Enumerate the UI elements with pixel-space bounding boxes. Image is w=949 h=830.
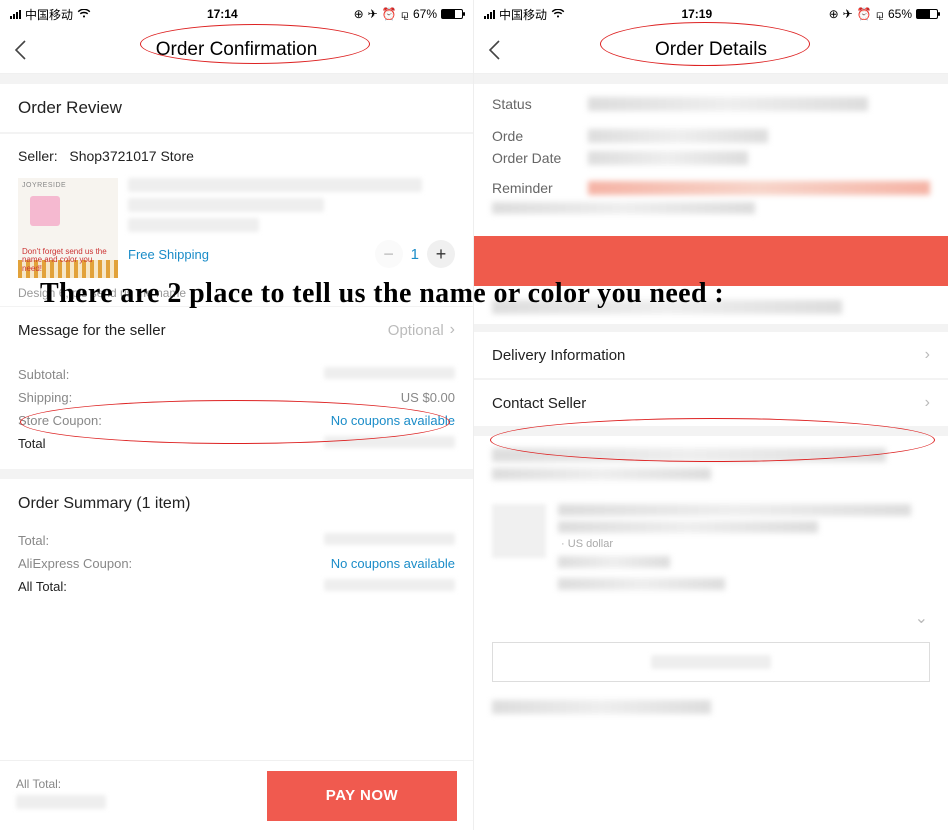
battery-pct: 67% bbox=[413, 7, 437, 21]
free-shipping-label: Free Shipping bbox=[128, 247, 209, 262]
reminder-label: Reminder bbox=[492, 180, 582, 196]
action-button-label-redacted bbox=[651, 655, 771, 669]
orientation-lock-icon: ⊕ bbox=[354, 7, 364, 21]
carrier-label: 中国移动 bbox=[499, 6, 547, 23]
reminder-value-redacted bbox=[588, 181, 930, 195]
redacted-line bbox=[558, 556, 670, 568]
status-label: Status bbox=[492, 96, 582, 112]
delivery-information-row[interactable]: Delivery Information › bbox=[474, 332, 948, 378]
signal-icon bbox=[484, 9, 495, 19]
order-review-heading: Order Review bbox=[18, 98, 455, 118]
redacted-line bbox=[558, 504, 911, 516]
alarm-icon: ⏰ bbox=[857, 7, 872, 21]
wifi-icon bbox=[77, 9, 91, 19]
summary-total-value-redacted bbox=[324, 533, 455, 545]
message-for-seller-row[interactable]: Message for the seller Optional › bbox=[0, 306, 473, 353]
qty-plus-button[interactable]: + bbox=[427, 240, 455, 268]
store-coupon-label: Store Coupon: bbox=[18, 413, 102, 428]
wifi-icon bbox=[551, 9, 565, 19]
order-date-label: Order Date bbox=[492, 150, 582, 166]
reminder-value-redacted-2 bbox=[492, 202, 755, 214]
thumb-brand: JOYRESIDE bbox=[22, 182, 66, 189]
redacted-line bbox=[492, 700, 711, 714]
status-value-redacted bbox=[588, 97, 868, 111]
pay-now-button[interactable]: PAY NOW bbox=[267, 771, 457, 821]
phone-order-confirmation: 中国移动 17:14 ⊕ ✈ ⏰ ⚼ 67% Order Confirmatio… bbox=[0, 0, 474, 830]
order-date-value-redacted bbox=[588, 151, 748, 165]
subtotal-value-redacted bbox=[324, 367, 455, 379]
order-value-redacted bbox=[588, 129, 768, 143]
status-bar: 中国移动 17:19 ⊕ ✈ ⏰ ⚼ 65% bbox=[474, 0, 948, 26]
battery-icon bbox=[916, 9, 938, 19]
chevron-right-icon: › bbox=[925, 394, 930, 412]
contact-seller-label: Contact Seller bbox=[492, 395, 586, 412]
chevron-right-icon: › bbox=[450, 321, 455, 339]
redacted-line bbox=[558, 521, 818, 533]
location-icon: ✈ bbox=[843, 7, 853, 21]
overlay-instruction-text: There are 2 place to tell us the name or… bbox=[40, 278, 939, 310]
status-bar: 中国移动 17:14 ⊕ ✈ ⏰ ⚼ 67% bbox=[0, 0, 473, 26]
thumb-hint-text: Don't forget send us the name and color … bbox=[22, 248, 114, 274]
status-time: 17:19 bbox=[681, 7, 712, 21]
phone-order-details: 中国移动 17:19 ⊕ ✈ ⏰ ⚼ 65% Order Details Sta… bbox=[474, 0, 948, 830]
qty-value: 1 bbox=[411, 246, 419, 263]
bottom-all-total-value-redacted bbox=[16, 795, 106, 809]
carrier-label: 中国移动 bbox=[25, 6, 73, 23]
product-row[interactable]: JOYRESIDE Don't forget send us the name … bbox=[18, 178, 455, 278]
redacted-line bbox=[492, 448, 886, 462]
message-for-seller-placeholder: Optional bbox=[388, 322, 444, 339]
qty-minus-button[interactable]: − bbox=[375, 240, 403, 268]
orientation-lock-icon: ⊕ bbox=[829, 7, 839, 21]
aliexpress-coupon-value[interactable]: No coupons available bbox=[331, 556, 455, 571]
expand-toggle[interactable]: ⌄ bbox=[474, 602, 948, 634]
location-icon: ✈ bbox=[368, 7, 378, 21]
total-value-redacted bbox=[324, 436, 455, 448]
action-button[interactable] bbox=[492, 642, 930, 682]
seller-label: Seller: bbox=[18, 148, 58, 164]
nav-header: Order Details bbox=[474, 26, 948, 74]
redacted-line bbox=[492, 468, 711, 480]
subtotal-label: Subtotal: bbox=[18, 367, 69, 382]
battery-icon bbox=[441, 9, 463, 19]
alarm-icon: ⏰ bbox=[382, 7, 397, 21]
store-coupon-value[interactable]: No coupons available bbox=[331, 413, 455, 428]
shipping-value: US $0.00 bbox=[401, 390, 455, 405]
chevron-right-icon: › bbox=[925, 346, 930, 364]
seller-name[interactable]: Shop3721017 Store bbox=[69, 148, 194, 164]
total-label: Total bbox=[18, 436, 45, 451]
bluetooth-icon: ⚼ bbox=[401, 7, 409, 22]
order-label: Orde bbox=[492, 128, 582, 144]
summary-total-label: Total: bbox=[18, 533, 49, 548]
bluetooth-icon: ⚼ bbox=[876, 7, 884, 22]
contact-seller-row[interactable]: Contact Seller › bbox=[474, 380, 948, 426]
bottom-all-total-label: All Total: bbox=[16, 777, 106, 791]
bottom-bar: All Total: PAY NOW bbox=[0, 760, 473, 830]
redacted-line bbox=[558, 578, 725, 590]
all-total-value-redacted bbox=[324, 579, 455, 591]
order-item[interactable]: · US dollar bbox=[474, 492, 948, 602]
page-title: Order Details bbox=[474, 39, 948, 61]
order-summary-heading: Order Summary (1 item) bbox=[0, 479, 473, 519]
all-total-label: All Total: bbox=[18, 579, 67, 594]
chevron-down-icon: ⌄ bbox=[915, 608, 928, 628]
product-thumbnail[interactable]: JOYRESIDE Don't forget send us the name … bbox=[18, 178, 118, 278]
nav-header: Order Confirmation bbox=[0, 26, 473, 74]
aliexpress-coupon-label: AliExpress Coupon: bbox=[18, 556, 132, 571]
signal-icon bbox=[10, 9, 21, 19]
message-for-seller-label: Message for the seller bbox=[18, 322, 166, 339]
currency-hint: US dollar bbox=[568, 538, 613, 550]
status-time: 17:14 bbox=[207, 7, 238, 21]
delivery-information-label: Delivery Information bbox=[492, 347, 625, 364]
order-item-thumbnail bbox=[492, 504, 546, 558]
shipping-label: Shipping: bbox=[18, 390, 72, 405]
battery-pct: 65% bbox=[888, 7, 912, 21]
page-title: Order Confirmation bbox=[0, 39, 473, 61]
